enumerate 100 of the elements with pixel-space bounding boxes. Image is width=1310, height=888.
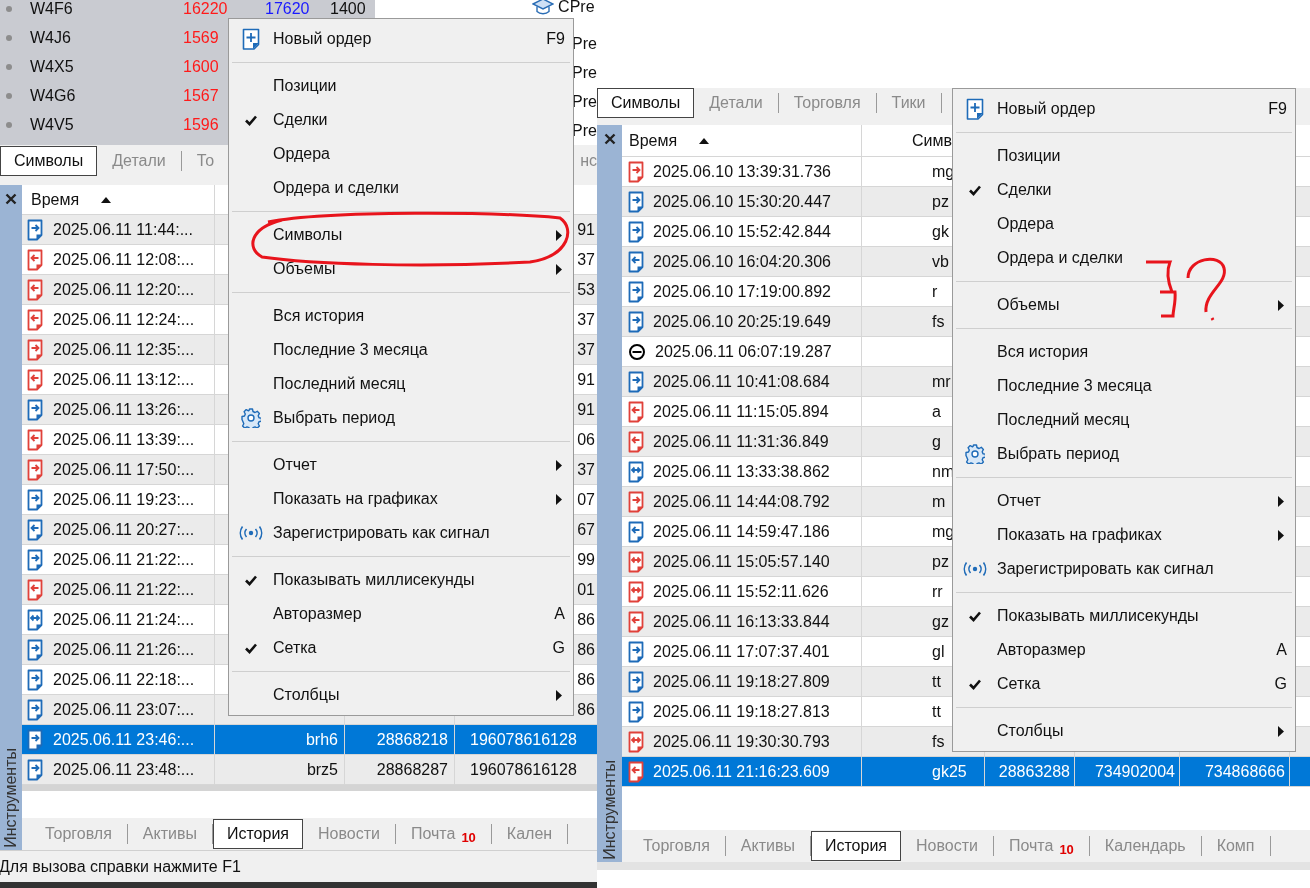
- table-cell-text: 01: [577, 579, 595, 600]
- ask-text: 17620: [265, 0, 310, 17]
- table-cell-text: gl: [932, 641, 945, 662]
- side-panel-label: Инструменты: [599, 760, 619, 860]
- table-cell-text: brh6: [305, 729, 338, 750]
- symbol-text: W4G6: [30, 85, 77, 106]
- mail-count-text: 10: [461, 831, 476, 844]
- table-cell-text: 2025.06.11 11:31:36.849: [653, 431, 829, 452]
- symbol-text: W4X5: [30, 56, 75, 77]
- table-cell-text: pz: [932, 551, 949, 572]
- table-cell-text: 2025.06.11 19:23:...: [53, 489, 195, 510]
- table-cell-text: a: [932, 401, 941, 422]
- table-cell-text: 28868287: [376, 759, 448, 780]
- table-cell-text: 2025.06.11 11:15:05.894: [653, 401, 829, 422]
- table-cell-text: 2025.06.11 21:22:...: [53, 549, 195, 570]
- table-cell-text: 86: [577, 699, 595, 720]
- shortcut-text: A: [554, 604, 566, 624]
- table-cell-text: 196078616128: [470, 759, 577, 780]
- table-cell-text: 07: [577, 489, 595, 510]
- shortcut-text: F9: [1268, 99, 1288, 119]
- side-panel-label: Инструменты: [1, 748, 20, 848]
- table-cell-text: 2025.06.11 13:39:...: [53, 429, 195, 450]
- table-cell-text: 2025.06.11 23:07:...: [53, 699, 195, 720]
- table-cell-text: 734902004: [1094, 761, 1175, 782]
- table-cell-text: 86: [577, 669, 595, 690]
- table-cell-text: 91: [577, 369, 595, 390]
- table-cell-text: 2025.06.11 22:18:...: [53, 669, 195, 690]
- table-cell-text: 2025.06.10 17:19:00.892: [653, 281, 831, 302]
- table-cell-text: 2025.06.11 10:41:08.684: [653, 371, 830, 392]
- table-cell-text: 2025.06.10 15:30:20.447: [653, 191, 831, 212]
- shortcut-text: A: [1276, 640, 1288, 660]
- bid-text: 1569: [183, 28, 219, 46]
- table-cell-text: 2025.06.11 06:07:19.287: [655, 341, 832, 362]
- table-cell-text: 37: [577, 309, 595, 330]
- table-cell-text: 2025.06.11 12:24:...: [53, 309, 195, 330]
- table-cell-text: 28868218: [376, 729, 448, 750]
- table-cell-text: 2025.06.11 15:52:11.626: [653, 581, 829, 602]
- table-cell-text: rr: [932, 581, 943, 602]
- table-cell-text: 2025.06.10 13:39:31.736: [653, 161, 831, 182]
- table-cell-text: pz: [932, 191, 949, 212]
- table-cell-text: m: [932, 491, 946, 512]
- table-cell-text: mr: [932, 371, 951, 392]
- table-cell-text: g: [932, 431, 941, 452]
- table-cell-text: 2025.06.11 12:08:...: [53, 249, 195, 270]
- table-cell-text: 2025.06.11 20:27:...: [53, 519, 195, 540]
- spread-text: 1400: [330, 0, 366, 19]
- symbol-text: W4V5: [30, 114, 75, 135]
- table-cell-text: 53: [577, 279, 595, 300]
- table-cell-text: 37: [577, 459, 595, 480]
- table-cell-text: 2025.06.11 12:20:...: [53, 279, 195, 300]
- table-cell-text: 2025.06.10 15:52:42.844: [653, 221, 831, 242]
- table-cell-text: vb: [932, 251, 949, 272]
- table-cell-text: 2025.06.11 14:59:47.186: [653, 521, 830, 542]
- table-cell-text: tt: [932, 701, 941, 722]
- bid-text: 1567: [183, 86, 219, 104]
- table-cell-text: 37: [577, 249, 595, 270]
- table-cell-text: 37: [577, 339, 595, 360]
- table-cell-text: 2025.06.11 15:05:57.140: [653, 551, 830, 572]
- table-cell-text: 06: [577, 429, 595, 450]
- table-cell-text: 2025.06.11 17:50:...: [53, 459, 195, 480]
- table-cell-text: gk: [932, 221, 949, 242]
- table-cell-text: 2025.06.11 13:26:...: [53, 399, 195, 420]
- shortcut-text: G: [552, 638, 566, 658]
- table-cell-text: 2025.06.11 12:35:...: [53, 339, 195, 360]
- table-cell-text: 2025.06.11 23:46:...: [53, 729, 195, 750]
- table-cell-text: 2025.06.11 19:18:27.813: [653, 701, 830, 722]
- table-cell-text: 2025.06.11 21:16:23.609: [653, 761, 830, 782]
- bid-text: 1600: [183, 57, 219, 75]
- mail-count-text: 10: [1059, 843, 1074, 856]
- table-cell-text: 2025.06.11 16:13:33.844: [653, 611, 830, 632]
- symbol-text: W4J6: [30, 27, 72, 48]
- table-cell-text: 91: [577, 399, 595, 420]
- table-cell-text: 67: [577, 519, 595, 540]
- bid-text: 1596: [183, 115, 219, 133]
- table-cell-text: 2025.06.10 20:25:19.649: [653, 311, 831, 332]
- table-cell-text: 2025.06.11 13:33:38.862: [653, 461, 830, 482]
- table-cell-text: brz5: [306, 759, 338, 780]
- bid-text: 16220: [183, 0, 228, 17]
- table-cell-text: tt: [932, 671, 941, 692]
- table-cell-text: r: [932, 281, 938, 302]
- table-cell-text: 2025.06.11 21:22:...: [53, 579, 195, 600]
- table-cell-text: 91: [577, 219, 595, 240]
- table-cell-text: 2025.06.11 21:24:...: [53, 609, 195, 630]
- table-cell-text: 2025.06.11 17:07:37.401: [653, 641, 830, 662]
- table-cell-text: 2025.06.11 23:48:...: [53, 759, 195, 780]
- table-cell-text: gz: [932, 611, 949, 632]
- table-cell-text: 2025.06.11 19:18:27.809: [653, 671, 830, 692]
- table-cell-text: 86: [577, 609, 595, 630]
- table-cell-text: 2025.06.11 13:12:...: [53, 369, 195, 390]
- table-cell-text: fs: [932, 731, 945, 752]
- table-cell-text: 2025.06.11 11:44:...: [53, 219, 193, 240]
- symbol-text: W4F6: [30, 0, 74, 19]
- table-cell-text: 99: [577, 549, 595, 570]
- table-cell-text: 86: [577, 639, 595, 660]
- table-cell-text: 196078616128: [470, 729, 577, 750]
- table-cell-text: 2025.06.11 21:26:...: [53, 639, 195, 660]
- table-cell-text: fs: [932, 311, 945, 332]
- table-cell-text: 2025.06.10 16:04:20.306: [653, 251, 831, 272]
- table-cell-text: 734868666: [1204, 761, 1285, 782]
- shortcut-text: G: [1274, 674, 1288, 694]
